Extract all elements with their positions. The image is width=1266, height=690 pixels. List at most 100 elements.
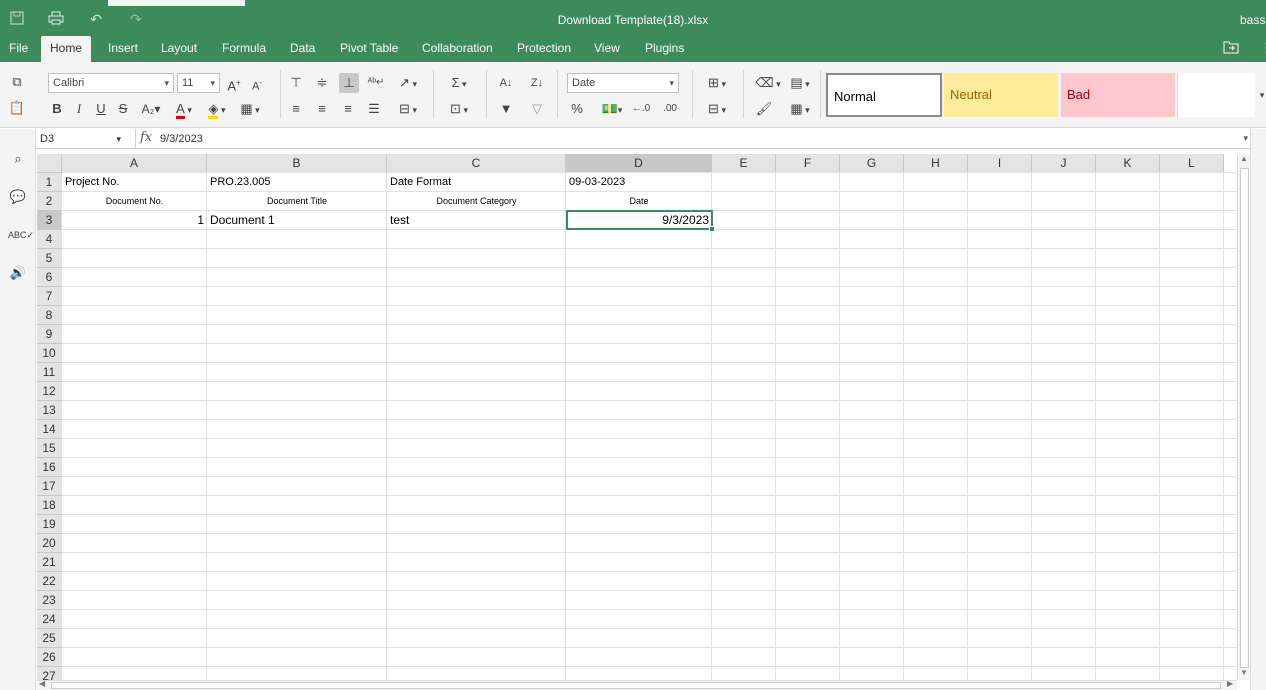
menu-view[interactable]: View [585, 36, 629, 62]
decrease-decimal-icon[interactable]: ←.0 [631, 99, 651, 119]
cell-c1[interactable]: Date Format [387, 173, 566, 192]
menu-pivot-table[interactable]: Pivot Table [331, 36, 407, 62]
copy-icon[interactable]: ⧉ [8, 72, 26, 92]
align-center-icon[interactable]: ≡ [313, 99, 331, 119]
search-icon[interactable]: ⌕ [8, 149, 28, 169]
comment-icon[interactable]: 💬 [8, 187, 28, 207]
column-header-j[interactable]: J [1032, 154, 1096, 173]
align-top-icon[interactable]: ⊤ [287, 73, 305, 93]
more-menu-icon[interactable]: ⋮ [1260, 40, 1266, 56]
sort-descending-icon[interactable]: Z↓ [527, 73, 547, 93]
row-header-26[interactable]: 26 [37, 648, 62, 667]
row-header-17[interactable]: 17 [37, 477, 62, 496]
cell-d2[interactable]: Date [566, 192, 712, 211]
menu-protection[interactable]: Protection [508, 36, 580, 62]
subscript-icon[interactable]: A₂▾ [138, 99, 164, 119]
cell-b1[interactable]: PRO.23.005 [207, 173, 387, 192]
sum-icon[interactable]: Σ ▾ [445, 73, 473, 93]
sort-ascending-icon[interactable]: A↓ [496, 73, 516, 93]
styles-expand-icon[interactable]: ▾ [1258, 85, 1266, 105]
row-header-13[interactable]: 13 [37, 401, 62, 420]
column-header-c[interactable]: C [387, 154, 566, 173]
horizontal-scrollbar[interactable]: ◀ ▶ [37, 679, 1237, 690]
row-header-24[interactable]: 24 [37, 610, 62, 629]
row-header-19[interactable]: 19 [37, 515, 62, 534]
row-header-10[interactable]: 10 [37, 344, 62, 363]
formula-input[interactable]: 9/3/2023 [160, 129, 203, 149]
insert-function-icon[interactable]: ⊡ ▾ [445, 99, 473, 119]
wrap-text-icon[interactable]: ᴬᵇ↵ [366, 73, 386, 93]
filter-icon[interactable]: ▼ [496, 99, 516, 119]
row-header-21[interactable]: 21 [37, 553, 62, 572]
delete-cells-icon[interactable]: ⊟ ▾ [703, 99, 731, 119]
row-header-7[interactable]: 7 [37, 287, 62, 306]
align-middle-icon[interactable]: ≑ [313, 73, 331, 93]
row-header-22[interactable]: 22 [37, 572, 62, 591]
scroll-up-icon[interactable]: ▲ [1240, 154, 1248, 163]
row-header-15[interactable]: 15 [37, 439, 62, 458]
fill-handle[interactable] [709, 226, 715, 232]
borders-icon[interactable]: ▦ ▾ [236, 99, 264, 119]
scroll-thumb[interactable] [51, 682, 1221, 689]
column-header-d[interactable]: D [566, 154, 712, 173]
column-header-f[interactable]: F [776, 154, 840, 173]
row-header-5[interactable]: 5 [37, 249, 62, 268]
menu-insert[interactable]: Insert [99, 36, 147, 62]
font-size-select[interactable]: 11 ▾ [177, 73, 220, 93]
menu-file[interactable]: File [0, 36, 37, 62]
row-header-9[interactable]: 9 [37, 325, 62, 344]
row-header-23[interactable]: 23 [37, 591, 62, 610]
user-name[interactable]: bassa [1240, 13, 1266, 27]
column-header-e[interactable]: E [712, 154, 776, 173]
scroll-thumb[interactable] [1240, 168, 1249, 668]
column-header-b[interactable]: B [207, 154, 387, 173]
name-box[interactable]: D3 ▾ [36, 129, 136, 149]
align-justify-icon[interactable]: ☰ [365, 99, 383, 119]
insert-cells-icon[interactable]: ⊞ ▾ [703, 73, 731, 93]
function-icon[interactable]: fx [140, 130, 152, 145]
currency-icon[interactable]: 💵▾ [597, 99, 627, 119]
bold-icon[interactable]: B [48, 99, 66, 119]
row-header-14[interactable]: 14 [37, 420, 62, 439]
expand-formula-icon[interactable]: ▾ [1243, 133, 1248, 144]
style-bad[interactable]: Bad [1061, 73, 1175, 117]
open-location-icon[interactable] [1223, 40, 1239, 57]
menu-plugins[interactable]: Plugins [636, 36, 693, 62]
menu-collaboration[interactable]: Collaboration [413, 36, 502, 62]
align-bottom-icon[interactable]: ⊥ [339, 73, 359, 93]
align-right-icon[interactable]: ≡ [339, 99, 357, 119]
style-normal[interactable]: Normal [826, 73, 942, 117]
menu-layout[interactable]: Layout [152, 36, 206, 62]
scroll-down-icon[interactable]: ▼ [1240, 668, 1248, 677]
speaker-icon[interactable]: 🔊 [8, 263, 28, 283]
cell-d1[interactable]: 09-03-2023 [566, 173, 712, 192]
column-header-i[interactable]: I [968, 154, 1032, 173]
cell-a1[interactable]: Project No. [62, 173, 207, 192]
scroll-left-icon[interactable]: ◀ [39, 679, 45, 688]
row-header-25[interactable]: 25 [37, 629, 62, 648]
spellcheck-icon[interactable]: ABC✓ [8, 225, 34, 245]
column-header-a[interactable]: A [62, 154, 207, 173]
column-header-l[interactable]: L [1160, 154, 1224, 173]
menu-formula[interactable]: Formula [213, 36, 275, 62]
italic-icon[interactable]: I [70, 99, 88, 119]
row-header-8[interactable]: 8 [37, 306, 62, 325]
cell-a2[interactable]: Document No. [62, 192, 207, 211]
column-header-h[interactable]: H [904, 154, 968, 173]
select-all-corner[interactable] [37, 154, 62, 173]
fill-color-icon[interactable]: ◈ ▾ [203, 99, 231, 119]
paste-icon[interactable]: 📋 [8, 98, 26, 118]
number-format-select[interactable]: Date ▾ [567, 73, 679, 93]
increase-font-icon[interactable]: A+ [225, 73, 243, 93]
row-header-11[interactable]: 11 [37, 363, 62, 382]
cell-b3[interactable]: Document 1 [207, 211, 387, 230]
row-header-1[interactable]: 1 [37, 173, 62, 192]
cell-a3[interactable]: 1 [62, 211, 207, 230]
decrease-font-icon[interactable]: A- [248, 73, 266, 93]
row-header-18[interactable]: 18 [37, 496, 62, 515]
style-neutral[interactable]: Neutral [944, 73, 1058, 117]
copy-style-icon[interactable]: 🖌 [754, 99, 774, 119]
orientation-icon[interactable]: ↗ ▾ [393, 73, 423, 93]
cell-b2[interactable]: Document Title [207, 192, 387, 211]
row-header-20[interactable]: 20 [37, 534, 62, 553]
